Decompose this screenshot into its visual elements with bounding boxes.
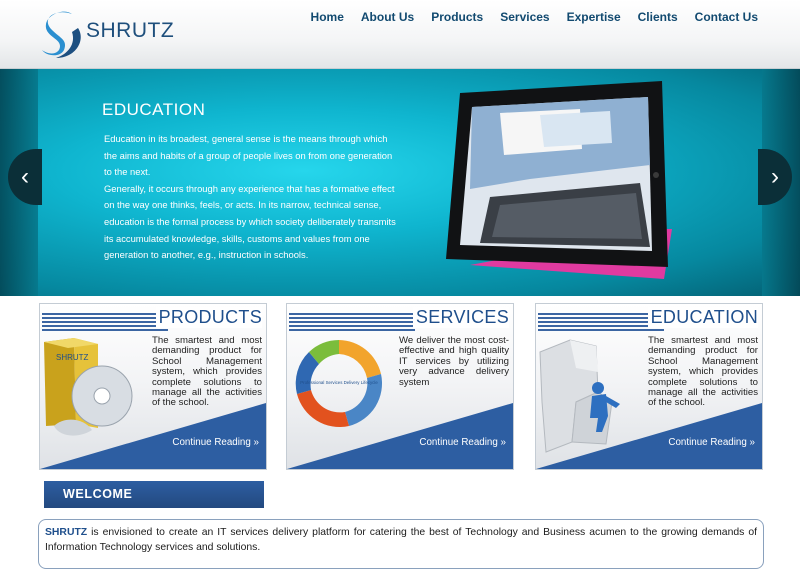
card-stripes	[289, 313, 415, 331]
nav-clients[interactable]: Clients	[638, 10, 678, 24]
education-card-text: The smartest and most demanding product …	[648, 335, 758, 409]
welcome-brand: SHRUTZ	[45, 527, 88, 538]
services-card-text: We deliver the most cost-effective and h…	[399, 335, 509, 388]
svg-text:SHRUTZ: SHRUTZ	[56, 353, 89, 362]
products-continue-link[interactable]: Continue Reading »	[172, 437, 259, 448]
nav-expertise[interactable]: Expertise	[567, 10, 621, 24]
welcome-text: SHRUTZ is envisioned to create an IT ser…	[45, 526, 757, 555]
card-corner-shape	[536, 403, 762, 469]
brand-name[interactable]: SHRUTZ	[86, 19, 174, 43]
logo-swoosh-icon	[42, 11, 81, 58]
nav-home[interactable]: Home	[311, 10, 344, 24]
nav-products[interactable]: Products	[431, 10, 483, 24]
nav-about-us[interactable]: About Us	[361, 10, 414, 24]
welcome-box: SHRUTZ is envisioned to create an IT ser…	[38, 519, 764, 569]
welcome-heading-bar: WELCOME	[44, 481, 264, 508]
hero-slider: EDUCATION Education in its broadest, gen…	[0, 69, 800, 296]
products-card-title: PRODUCTS	[155, 307, 262, 328]
card-stripes	[42, 313, 168, 331]
education-card: EDUCATION The smartest and most demandin…	[535, 303, 763, 470]
header: SHRUTZ Home About Us Products Services E…	[0, 0, 800, 69]
chevron-right-icon: ›	[771, 163, 779, 190]
card-corner-shape	[40, 403, 266, 469]
tablet-image	[446, 81, 672, 279]
services-card-title: SERVICES	[412, 307, 509, 328]
nav-contact-us[interactable]: Contact Us	[695, 10, 758, 24]
card-corner-shape	[287, 403, 513, 469]
card-stripes	[538, 313, 664, 331]
services-continue-link[interactable]: Continue Reading »	[419, 437, 506, 448]
svg-text:Professional Services Delivery: Professional Services Delivery Lifecycle	[300, 380, 378, 385]
services-card: SERVICES Professional Services Delivery …	[286, 303, 514, 470]
hero-title: EDUCATION	[102, 100, 206, 119]
main-nav: Home About Us Products Services Expertis…	[311, 10, 758, 24]
welcome-body: is envisioned to create an IT services d…	[45, 527, 757, 553]
products-card: PRODUCTS SHRUTZ The smartest and most de…	[39, 303, 267, 470]
education-continue-link[interactable]: Continue Reading »	[668, 437, 755, 448]
nav-services[interactable]: Services	[500, 10, 549, 24]
education-card-title: EDUCATION	[647, 307, 758, 328]
hero-description: Education in its broadest, general sense…	[104, 133, 396, 261]
products-card-text: The smartest and most demanding product …	[152, 335, 262, 409]
welcome-heading: WELCOME	[63, 487, 133, 501]
chevron-left-icon: ‹	[21, 163, 29, 190]
